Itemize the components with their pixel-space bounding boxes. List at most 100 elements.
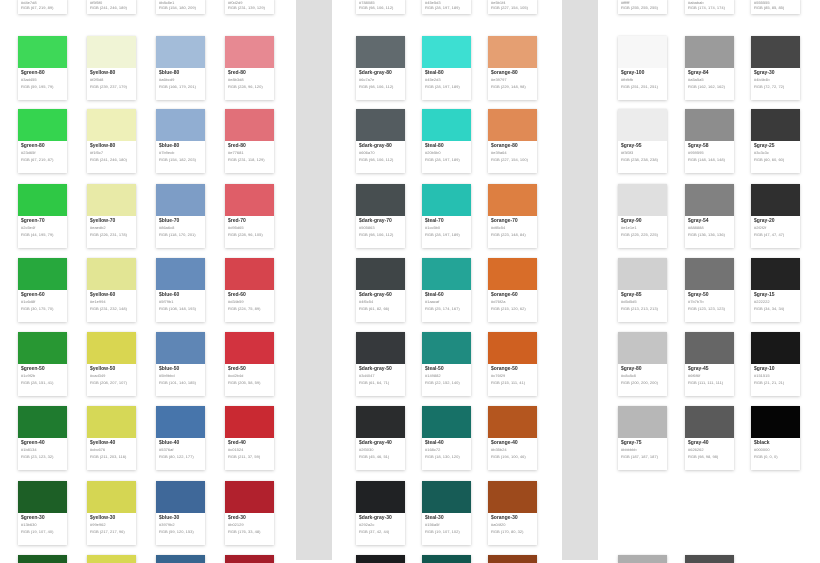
swatch-card[interactable]: $teal-70 #1cc5b0 RGB (28, 197, 189) [422, 184, 471, 248]
swatch-card-partial[interactable] [488, 555, 537, 563]
swatch-card[interactable]: $black #000000 RGB (0, 0, 0) [751, 406, 800, 470]
swatch-card[interactable]: $green-70 #2c5e4f RGB (44, 195, 79) [18, 184, 67, 248]
swatch-card-partial[interactable]: #555555 RGB (85, 85, 85) [751, 0, 800, 14]
swatch-card[interactable]: $blue-70 #86a6c8 RGB (118, 170, 201) [156, 184, 205, 248]
swatch-hex: #45e2d3 [425, 77, 441, 82]
swatch-card[interactable]: $gray-75 #bbbbbb RGB (187, 187, 187) [618, 406, 667, 470]
swatch-name: $gray-45 [688, 366, 709, 372]
swatch-card[interactable]: $blue-60 #5f79b1 RGB (108, 148, 193) [156, 258, 205, 322]
swatch-card[interactable]: $teal-30 #156a5f RGB (19, 107, 102) [422, 481, 471, 545]
swatch-card[interactable]: $orange-50 #c76f29 RGB (215, 111, 41) [488, 332, 537, 396]
swatch-card[interactable]: $green-60 #1c6d8f RGB (30, 175, 70) [18, 258, 67, 322]
swatch-hex: #6f6f6f [688, 373, 701, 378]
swatch-card[interactable]: $gray-54 #888888 RGB (136, 136, 136) [685, 184, 734, 248]
swatch-card-partial[interactable] [156, 555, 205, 563]
swatch-card-partial[interactable]: #e5b1f4 RGB (227, 154, 105) [488, 0, 537, 14]
swatch-card[interactable]: $gray-15 #222222 RGB (34, 34, 34) [751, 258, 800, 322]
swatch-rgb: RGB (224, 75, 89) [228, 306, 261, 311]
swatch-card[interactable]: $dark-gray-80 #606a70 RGB (98, 106, 112) [356, 109, 405, 173]
swatch-card[interactable]: $green-40 #1b8134 RGB (23, 123, 32) [18, 406, 67, 470]
swatch-card[interactable]: $green-50 #1c9f2b RGB (28, 151, 41) [18, 332, 67, 396]
swatch-card[interactable]: $blue-50 #5b9bbd RGB (101, 140, 185) [156, 332, 205, 396]
swatch-card-partial[interactable]: #45e5d3 RGB (28, 197, 189) [422, 0, 471, 14]
swatch-card[interactable]: $orange-30 #a04f20 RGB (170, 80, 32) [488, 481, 537, 545]
swatch-card[interactable]: $gray-80 #c8c8c8 RGB (200, 200, 200) [618, 332, 667, 396]
swatch-card-partial[interactable]: #ffffff RGB (255, 255, 255) [618, 0, 667, 14]
swatch-card-partial[interactable]: #d4e7d8 RGB (67, 219, 89) [18, 0, 67, 14]
swatch-card[interactable]: $gray-90 #e1e1e1 RGB (225, 225, 225) [618, 184, 667, 248]
swatch-card[interactable]: $gray-40 #626262 RGB (98, 98, 98) [685, 406, 734, 470]
swatch-card[interactable]: $gray-85 #d5d5d5 RGB (213, 213, 213) [618, 258, 667, 322]
swatch-card-partial[interactable]: #f5f5f0 RGB (241, 246, 189) [87, 0, 136, 14]
swatch-card[interactable]: $yellow-40 #cbc676 RGB (211, 203, 116) [87, 406, 136, 470]
swatch-card[interactable]: $yellow-80 #f2f5d8 RGB (239, 237, 179) [87, 36, 136, 100]
swatch-rgb: RGB (170, 80, 32) [491, 529, 524, 534]
swatch-name: $blue-80 [159, 143, 180, 149]
swatch-card-partial[interactable]: #b8c8e1 RGB (154, 180, 209) [156, 0, 205, 14]
swatch-card[interactable]: $gray-84 #a5a5a5 RGB (162, 162, 162) [685, 36, 734, 100]
swatch-card[interactable]: $teal-40 #168c72 RGB (18, 130, 120) [422, 406, 471, 470]
swatch-card[interactable]: $red-50 #cd2b4d RGB (205, 58, 59) [225, 332, 274, 396]
swatch-card[interactable]: $gray-20 #2f2f2f RGB (47, 47, 47) [751, 184, 800, 248]
swatch-card[interactable]: $red-30 #b02129 RGB (176, 33, 48) [225, 481, 274, 545]
swatch-name: $dark-gray-30 [359, 515, 392, 521]
swatch-card[interactable]: $blue-80 #7b9ecb RGB (154, 182, 203) [156, 109, 205, 173]
swatch-card[interactable]: $teal-60 #1aacaf RGB (25, 174, 167) [422, 258, 471, 322]
swatch-card[interactable]: $blue-30 #3979b2 RGB (59, 120, 153) [156, 481, 205, 545]
swatch-card[interactable]: $gray-58 #959595 RGB (148, 148, 148) [685, 109, 734, 173]
swatch-card[interactable]: $yellow-50 #cad349 RGB (208, 207, 107) [87, 332, 136, 396]
swatch-card[interactable]: $dark-gray-80 #6c7a7e RGB (98, 106, 112) [356, 36, 405, 100]
swatch-rgb: RGB (67, 219, 87) [21, 157, 54, 162]
swatch-card[interactable]: $teal-80 #45e2d3 RGB (28, 197, 189) [422, 36, 471, 100]
swatch-card[interactable]: $orange-60 #d76f2a RGB (215, 120, 62) [488, 258, 537, 322]
swatch-card[interactable]: $gray-10 #151515 RGB (21, 21, 21) [751, 332, 800, 396]
swatch-card[interactable]: $green-80 #23d65f RGB (67, 219, 87) [18, 109, 67, 173]
swatch-name: $orange-50 [491, 366, 518, 372]
swatch-card[interactable]: $gray-50 #7b7b7b RGB (123, 123, 123) [685, 258, 734, 322]
swatch-card[interactable]: $blue-40 #5376af RGB (80, 122, 177) [156, 406, 205, 470]
swatch-card[interactable]: $blue-80 #a6bcd9 RGB (166, 179, 201) [156, 36, 205, 100]
swatch-card[interactable]: $red-60 #d34b59 RGB (224, 75, 89) [225, 258, 274, 322]
swatch-card[interactable]: $gray-45 #6f6f6f RGB (111, 111, 111) [685, 332, 734, 396]
swatch-card[interactable]: $dark-gray-60 #4f5c54 RGB (61, 82, 66) [356, 258, 405, 322]
swatch-card-partial[interactable] [18, 555, 67, 563]
swatch-card-partial[interactable]: #f0d2d9 RGB (231, 139, 129) [225, 0, 274, 14]
swatch-card[interactable]: $dark-gray-40 #2f3030 RGB (45, 46, 51) [356, 406, 405, 470]
swatch-card[interactable]: $gray-95 #f3f3f3 RGB (238, 238, 238) [618, 109, 667, 173]
swatch-card-partial[interactable] [422, 555, 471, 563]
swatch-card-partial[interactable]: #ababab RGB (174, 174, 174) [685, 0, 734, 14]
swatch-card[interactable]: $gray-25 #3c3c3c RGB (60, 60, 60) [751, 109, 800, 173]
swatch-card[interactable]: $orange-80 #e39797 RGB (229, 148, 98) [488, 36, 537, 100]
swatch-card[interactable]: $yellow-80 #f1f5c7 RGB (241, 246, 180) [87, 109, 136, 173]
swatch-card[interactable]: $teal-50 #149882 RGB (22, 152, 140) [422, 332, 471, 396]
color-swatch [156, 36, 205, 68]
swatch-card[interactable]: $yellow-30 #99e962 RGB (217, 217, 96) [87, 481, 136, 545]
swatch-card[interactable]: $dark-gray-30 #292a2c RGB (37, 42, 44) [356, 481, 405, 545]
swatch-card-partial[interactable] [225, 555, 274, 563]
swatch-card[interactable]: $dark-gray-50 #3d4047 RGB (61, 64, 71) [356, 332, 405, 396]
swatch-card[interactable]: $yellow-70 #eaedb2 RGB (226, 231, 178) [87, 184, 136, 248]
swatch-card-partial[interactable]: #788085 RGB (98, 106, 112) [356, 0, 405, 14]
swatch-card-partial[interactable] [618, 555, 667, 563]
swatch-card-partial[interactable] [685, 555, 734, 563]
swatch-card[interactable]: $green-80 #3ad455 RGB (59, 195, 79) [18, 36, 67, 100]
swatch-card-partial[interactable] [87, 555, 136, 563]
color-swatch [87, 481, 136, 513]
swatch-card[interactable]: $orange-40 #b35b24 RGB (194, 100, 46) [488, 406, 537, 470]
swatch-hex: #13b630 [21, 522, 37, 527]
swatch-card[interactable]: $red-80 #e8b3d8 RGB (228, 96, 120) [225, 36, 274, 100]
swatch-card[interactable]: $orange-80 #e39a64 RGB (227, 154, 100) [488, 109, 537, 173]
swatch-card[interactable]: $orange-70 #df8c54 RGB (223, 148, 84) [488, 184, 537, 248]
swatch-name: $green-80 [21, 143, 45, 149]
swatch-card[interactable]: $red-70 #d95d65 RGB (228, 96, 105) [225, 184, 274, 248]
swatch-card[interactable]: $red-40 #c01524 RGB (211, 37, 59) [225, 406, 274, 470]
swatch-card[interactable]: $dark-gray-70 #505863 RGB (98, 106, 112) [356, 184, 405, 248]
swatch-card[interactable]: $teal-80 #20b5b0 RGB (28, 197, 189) [422, 109, 471, 173]
swatch-card[interactable]: $yellow-60 #e1e994 RGB (231, 232, 148) [87, 258, 136, 322]
swatch-card[interactable]: $gray-100 #fbfbfb RGB (251, 251, 251) [618, 36, 667, 100]
swatch-card[interactable]: $gray-30 #4b4b4b RGB (72, 72, 72) [751, 36, 800, 100]
color-swatch [685, 184, 734, 216]
swatch-card[interactable]: $red-80 #e77681 RGB (231, 118, 129) [225, 109, 274, 173]
swatch-card[interactable]: $green-30 #13b630 RGB (19, 107, 40) [18, 481, 67, 545]
swatch-card-partial[interactable] [356, 555, 405, 563]
